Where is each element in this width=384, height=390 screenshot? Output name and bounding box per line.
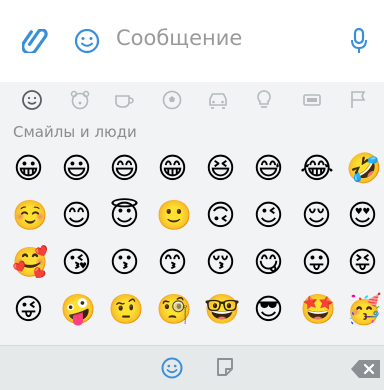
category-food-icon[interactable] — [112, 88, 136, 112]
emoji-item[interactable]: 😛 — [300, 246, 333, 279]
emoji-item[interactable]: 😅 — [252, 152, 285, 185]
category-objects-icon[interactable] — [252, 88, 276, 112]
microphone-icon[interactable] — [350, 27, 368, 55]
emoji-item[interactable]: 😗 — [108, 246, 141, 279]
paperclip-icon[interactable] — [22, 29, 52, 53]
category-travel-icon[interactable] — [206, 88, 230, 112]
emoji-item[interactable]: 😙 — [156, 246, 189, 279]
emoji-item[interactable]: 😃 — [60, 152, 93, 185]
category-activity-icon[interactable] — [160, 88, 184, 112]
emoji-item[interactable]: 🙃 — [204, 199, 237, 232]
emoji-item[interactable]: 😚 — [204, 246, 237, 279]
emoji-item[interactable]: 😇 — [108, 199, 141, 232]
emoji-item[interactable]: 😆 — [204, 152, 237, 185]
emoji-item[interactable]: 🥰 — [12, 246, 48, 279]
emoji-item[interactable]: 😁 — [156, 152, 189, 185]
emoji-item[interactable]: 🤓 — [204, 293, 240, 326]
backspace-icon[interactable] — [350, 358, 382, 380]
emoji-item[interactable]: 🙂 — [156, 199, 192, 232]
emoji-item[interactable]: 😄 — [108, 152, 141, 185]
emoji-item[interactable]: 😂 — [300, 152, 334, 185]
emoji-item[interactable]: 🤨 — [108, 293, 144, 326]
emoji-item[interactable]: 😝 — [346, 246, 379, 279]
emoji-item[interactable]: 😊 — [60, 199, 93, 232]
category-flags-icon[interactable] — [346, 88, 370, 112]
category-symbols-icon[interactable] — [300, 88, 324, 112]
emoji-item[interactable]: 😎 — [252, 293, 285, 326]
message-input-bar: Сообщение — [0, 0, 384, 82]
emoji-bottom-bar — [0, 345, 384, 390]
emoji-item[interactable]: 😀 — [12, 152, 45, 185]
category-animals-icon[interactable] — [68, 88, 92, 112]
emoji-item[interactable]: 😍 — [346, 199, 379, 232]
sticker-tab-icon[interactable] — [213, 355, 237, 379]
emoji-item[interactable]: 😘 — [60, 246, 93, 279]
emoji-item[interactable]: 🥳 — [346, 293, 382, 326]
emoji-item[interactable]: 😉 — [252, 199, 285, 232]
emoji-item[interactable]: ☺️ — [12, 199, 48, 232]
emoji-item[interactable]: 🤩 — [300, 293, 336, 326]
emoji-item[interactable]: 🤪 — [60, 293, 96, 326]
emoji-category-bar — [0, 82, 384, 119]
smile-icon[interactable] — [74, 28, 100, 54]
emoji-item[interactable]: 😋 — [252, 246, 285, 279]
emoji-tab-icon[interactable] — [160, 356, 184, 380]
emoji-item[interactable]: 😌 — [300, 199, 333, 232]
emoji-grid: 😀 😃 😄 😁 😆 😅 😂 🤣 ☺️ 😊 😇 🙂 🙃 😉 😌 😍 🥰 😘 😗 😙… — [0, 152, 384, 347]
emoji-item[interactable]: 🤣 — [346, 152, 382, 185]
category-smileys-icon[interactable] — [20, 88, 44, 112]
emoji-item[interactable]: 🧐 — [156, 293, 192, 326]
message-input[interactable]: Сообщение — [116, 26, 242, 50]
emoji-item[interactable]: 😜 — [12, 293, 45, 326]
section-title: Смайлы и люди — [13, 123, 137, 141]
